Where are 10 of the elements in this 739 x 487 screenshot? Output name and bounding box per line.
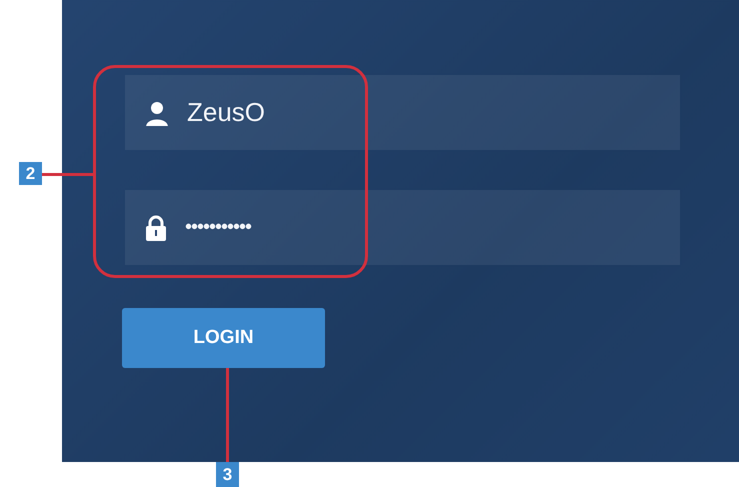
login-button[interactable]: LOGIN	[122, 308, 325, 368]
callout-number: 3	[216, 462, 239, 487]
password-field[interactable]: •••••••••••	[125, 190, 680, 265]
username-field[interactable]: ZeusO	[125, 75, 680, 150]
leader-line	[42, 173, 94, 176]
callout-number: 2	[19, 162, 42, 185]
password-value: •••••••••••	[185, 216, 252, 239]
username-value: ZeusO	[187, 97, 266, 128]
lock-icon	[145, 214, 167, 240]
user-icon	[145, 100, 169, 126]
